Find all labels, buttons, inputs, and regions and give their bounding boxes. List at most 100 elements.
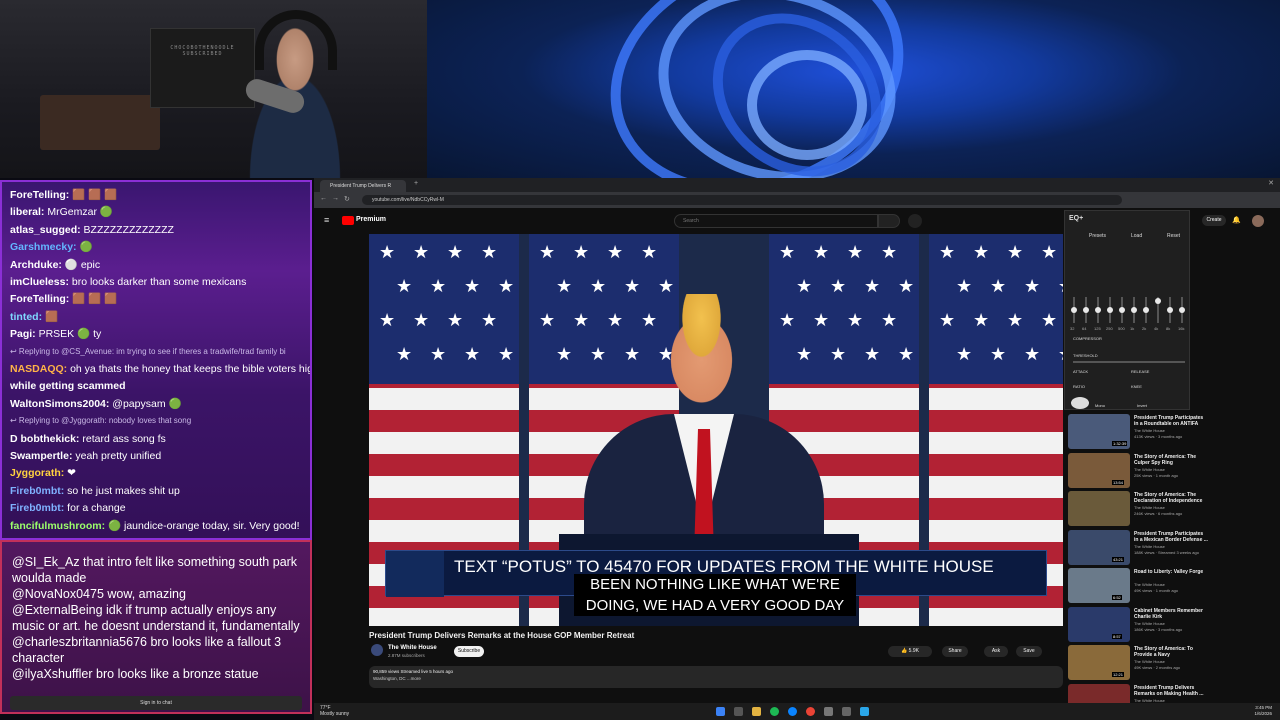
video-title[interactable]: Cabinet Members Remember Charlie Kirk: [1134, 608, 1208, 620]
eq-band-slider[interactable]: [1155, 297, 1161, 323]
chat-username[interactable]: liberal:: [10, 206, 44, 218]
recommended-video[interactable]: 6:52 Road to Liberty: Valley Forge The Whi…: [1066, 568, 1216, 604]
menu-icon[interactable]: ≡: [324, 215, 329, 225]
slider-handle[interactable]: [1155, 297, 1161, 304]
threshold-slider[interactable]: [1073, 361, 1185, 363]
video-thumbnail[interactable]: [1068, 491, 1130, 526]
eq-band-slider[interactable]: [1143, 297, 1149, 323]
video-title[interactable]: President Trump Participates in a Roundt…: [1134, 415, 1208, 427]
eq-band-slider[interactable]: [1179, 297, 1185, 323]
chat-username[interactable]: Jyggorath:: [10, 467, 64, 479]
channel-name[interactable]: The White House: [1134, 544, 1165, 549]
channel-name[interactable]: The White House: [1134, 467, 1165, 472]
video-player[interactable]: ★ ★ ★ ★ ★ ★ ★ ★ ★ ★ ★ ★ ★ ★ ★ ★ ★ ★ ★ ★ ★ ★ ★ ★ ★ ★ ★ ★ ★ ★ ★ ★ ★ ★ ★ ★ ★ ★ ★ ★…: [369, 234, 1063, 626]
spotify-icon[interactable]: [770, 707, 779, 716]
eq-band-slider[interactable]: [1119, 297, 1125, 323]
recommended-video[interactable]: 13:54 The Story of America: The Culper Sp…: [1066, 452, 1216, 489]
new-tab-icon[interactable]: +: [414, 180, 418, 187]
eq-band-slider[interactable]: [1107, 297, 1113, 323]
slider-handle[interactable]: [1119, 307, 1125, 313]
slider-handle[interactable]: [1071, 307, 1077, 313]
chat-username[interactable]: ForeTelling:: [10, 293, 69, 305]
chat-username[interactable]: @NovaNox0475: [12, 587, 104, 601]
weather-widget[interactable]: 77°F Mostly sunny: [320, 705, 349, 717]
chat-username[interactable]: Garshmecky:: [10, 241, 77, 253]
edge-icon[interactable]: [788, 707, 797, 716]
app-icon[interactable]: [860, 707, 869, 716]
search-icon[interactable]: [878, 214, 900, 228]
channel-avatar[interactable]: [371, 644, 383, 656]
search-taskbar-icon[interactable]: [734, 707, 743, 716]
eq-band-slider[interactable]: [1083, 297, 1089, 323]
avatar[interactable]: [1252, 215, 1264, 227]
pan-knob-icon[interactable]: [1071, 397, 1089, 409]
slider-handle[interactable]: [1131, 307, 1137, 313]
search-input[interactable]: Search: [674, 214, 878, 228]
ask-button[interactable]: Ask: [984, 646, 1008, 657]
video-title[interactable]: President Trump Participates in a Mexica…: [1134, 531, 1208, 543]
chat-username[interactable]: D bobthekick:: [10, 433, 79, 445]
reset-button[interactable]: Reset: [1167, 233, 1180, 239]
video-title[interactable]: Road to Liberty: Valley Forge: [1134, 569, 1208, 575]
reload-icon[interactable]: ↻: [344, 195, 350, 203]
chat-username[interactable]: tinted:: [10, 311, 42, 323]
recommended-video[interactable]: The Story of America: The Declaration of…: [1066, 491, 1216, 527]
chat-username[interactable]: @ExternalBeing: [12, 603, 103, 617]
create-button[interactable]: Create: [1202, 215, 1226, 226]
like-button[interactable]: 👍 5.9K: [888, 646, 932, 657]
eq-band-slider[interactable]: [1071, 297, 1077, 323]
eq-band-slider[interactable]: [1167, 297, 1173, 323]
chat-username[interactable]: Fireb0mbt:: [10, 502, 64, 514]
forward-icon[interactable]: →: [332, 195, 339, 202]
url-input[interactable]: youtube.com/live/NdbCCyRwl-M: [362, 195, 1122, 205]
recommended-video[interactable]: 8:57 Cabinet Members Remember Charlie Kir…: [1066, 606, 1216, 643]
chat-username[interactable]: NASDAQQ:: [10, 363, 67, 375]
chat-username[interactable]: @ilyaXshuffler: [12, 667, 93, 681]
video-title[interactable]: The Story of America: The Declaration of…: [1134, 492, 1208, 504]
channel-name[interactable]: The White House: [1134, 428, 1165, 433]
save-button[interactable]: Save: [1016, 646, 1042, 657]
chat-username[interactable]: fancifulmushroom:: [10, 520, 105, 532]
slider-handle[interactable]: [1143, 307, 1149, 313]
chat-username[interactable]: ForeTelling:: [10, 189, 69, 201]
recommended-video[interactable]: President Trump Delivers Remarks on Maki…: [1066, 683, 1216, 703]
chat-username[interactable]: Fireb0mbt:: [10, 485, 64, 497]
channel-name[interactable]: The White House: [1134, 621, 1165, 626]
slider-handle[interactable]: [1083, 307, 1089, 313]
video-thumbnail[interactable]: [1068, 683, 1130, 703]
slider-handle[interactable]: [1095, 307, 1101, 313]
back-icon[interactable]: ←: [320, 195, 327, 202]
youtube-logo-icon[interactable]: [342, 216, 354, 225]
slider-handle[interactable]: [1167, 307, 1173, 313]
youtube-premium-logo[interactable]: Premium: [356, 216, 386, 223]
channel-name[interactable]: The White House: [1134, 659, 1165, 664]
recommended-video[interactable]: 43:21 President Trump Participates in a M…: [1066, 529, 1216, 566]
chat-username[interactable]: WaltonSimons2004:: [10, 398, 109, 410]
channel-name[interactable]: The White House: [1134, 582, 1165, 587]
chat-username[interactable]: @SI_Ek_Az: [12, 555, 80, 569]
presets-button[interactable]: Presets: [1089, 233, 1106, 239]
app-icon[interactable]: [824, 707, 833, 716]
eq-band-slider[interactable]: [1131, 297, 1137, 323]
chat-username[interactable]: imClueless:: [10, 276, 69, 288]
video-title[interactable]: President Trump Delivers Remarks on Maki…: [1134, 685, 1208, 697]
start-icon[interactable]: [716, 707, 725, 716]
subscribe-button[interactable]: Subscribe: [454, 646, 484, 657]
load-button[interactable]: Load: [1131, 233, 1142, 239]
video-title[interactable]: The Story of America: To Provide a Navy: [1134, 646, 1208, 658]
chat-username[interactable]: Pagi:: [10, 328, 36, 340]
browser-tab[interactable]: President Trump Delivers R: [320, 180, 406, 192]
mono-label[interactable]: Mono: [1095, 403, 1105, 408]
share-button[interactable]: Share: [942, 646, 968, 657]
eq-band-slider[interactable]: [1095, 297, 1101, 323]
chat-username[interactable]: atlas_sugged:: [10, 224, 81, 236]
channel-name[interactable]: The White House: [1134, 698, 1165, 703]
invert-label[interactable]: Invert: [1137, 403, 1147, 408]
file-explorer-icon[interactable]: [752, 707, 761, 716]
microphone-icon[interactable]: [908, 214, 922, 228]
chat-username[interactable]: @charleszbritannia5676: [12, 635, 147, 649]
chat-username[interactable]: Archduke:: [10, 259, 62, 271]
description-box[interactable]: 90,859 views Streamed live 5 hours ago W…: [369, 666, 1063, 688]
channel-name[interactable]: The White House: [1134, 505, 1165, 510]
recommended-video[interactable]: 12:21 The Story of America: To Provide a …: [1066, 645, 1216, 681]
